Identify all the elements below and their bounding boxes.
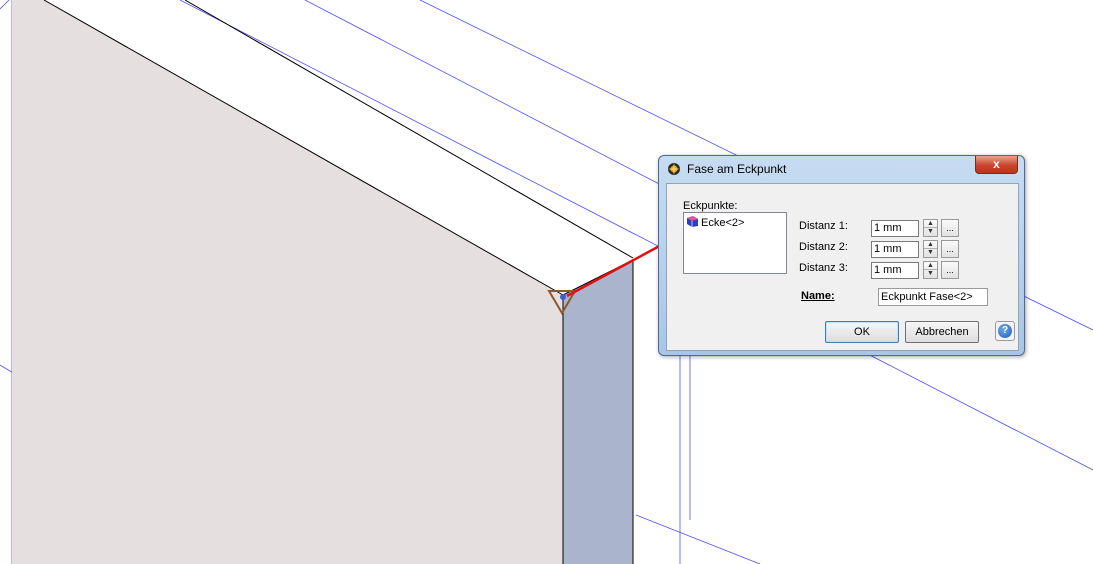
dialog-body: Eckpunkte: Ecke<2> Distanz 1: 1 mm ▲ ▼ .…	[666, 183, 1019, 351]
dialog-titlebar[interactable]: Fase am Eckpunkt x	[659, 156, 1024, 182]
vertex-point[interactable]	[560, 294, 566, 300]
list-item-label: Ecke<2>	[701, 217, 745, 229]
eckpunkte-list[interactable]: Ecke<2>	[683, 212, 787, 274]
distanz-1-stepper[interactable]: ▲ ▼	[923, 219, 938, 237]
front-face	[12, 0, 563, 564]
distanz-3-more-button[interactable]: ...	[941, 261, 959, 279]
list-item[interactable]: Ecke<2>	[686, 215, 744, 229]
distanz-2-field[interactable]: 1 mm	[871, 241, 919, 258]
stepper-up-icon[interactable]: ▲	[924, 220, 937, 228]
distanz-3-label: Distanz 3:	[799, 262, 848, 274]
help-button[interactable]: ?	[995, 321, 1015, 341]
distanz-2-more-button[interactable]: ...	[941, 240, 959, 258]
side-face	[563, 260, 633, 564]
stepper-up-icon[interactable]: ▲	[924, 262, 937, 270]
close-icon: x	[993, 157, 1000, 171]
distanz-1-more-button[interactable]: ...	[941, 219, 959, 237]
dialog-title: Fase am Eckpunkt	[687, 162, 787, 176]
fase-am-eckpunkt-dialog[interactable]: Fase am Eckpunkt x Eckpunkte: Ecke<2> Di…	[658, 155, 1025, 356]
name-input[interactable]: Eckpunkt Fase<2>	[878, 288, 988, 306]
stepper-up-icon[interactable]: ▲	[924, 241, 937, 249]
distanz-1-label: Distanz 1:	[799, 220, 848, 232]
distanz-2-label: Distanz 2:	[799, 241, 848, 253]
stepper-down-icon[interactable]: ▼	[924, 270, 937, 278]
distanz-3-field[interactable]: 1 mm	[871, 262, 919, 279]
eckpunkte-label: Eckpunkte:	[683, 200, 738, 212]
distanz-3-stepper[interactable]: ▲ ▼	[923, 261, 938, 279]
distanz-1-field[interactable]: 1 mm	[871, 220, 919, 237]
fase-tool-icon	[668, 163, 680, 175]
close-button[interactable]: x	[975, 156, 1018, 174]
name-label: Name:	[801, 290, 835, 302]
cancel-button[interactable]: Abbrechen	[905, 321, 979, 343]
help-icon: ?	[998, 324, 1012, 338]
stepper-down-icon[interactable]: ▼	[924, 249, 937, 257]
distanz-2-stepper[interactable]: ▲ ▼	[923, 240, 938, 258]
stepper-down-icon[interactable]: ▼	[924, 228, 937, 236]
vertex-icon	[687, 216, 698, 227]
ok-button[interactable]: OK	[825, 321, 899, 343]
